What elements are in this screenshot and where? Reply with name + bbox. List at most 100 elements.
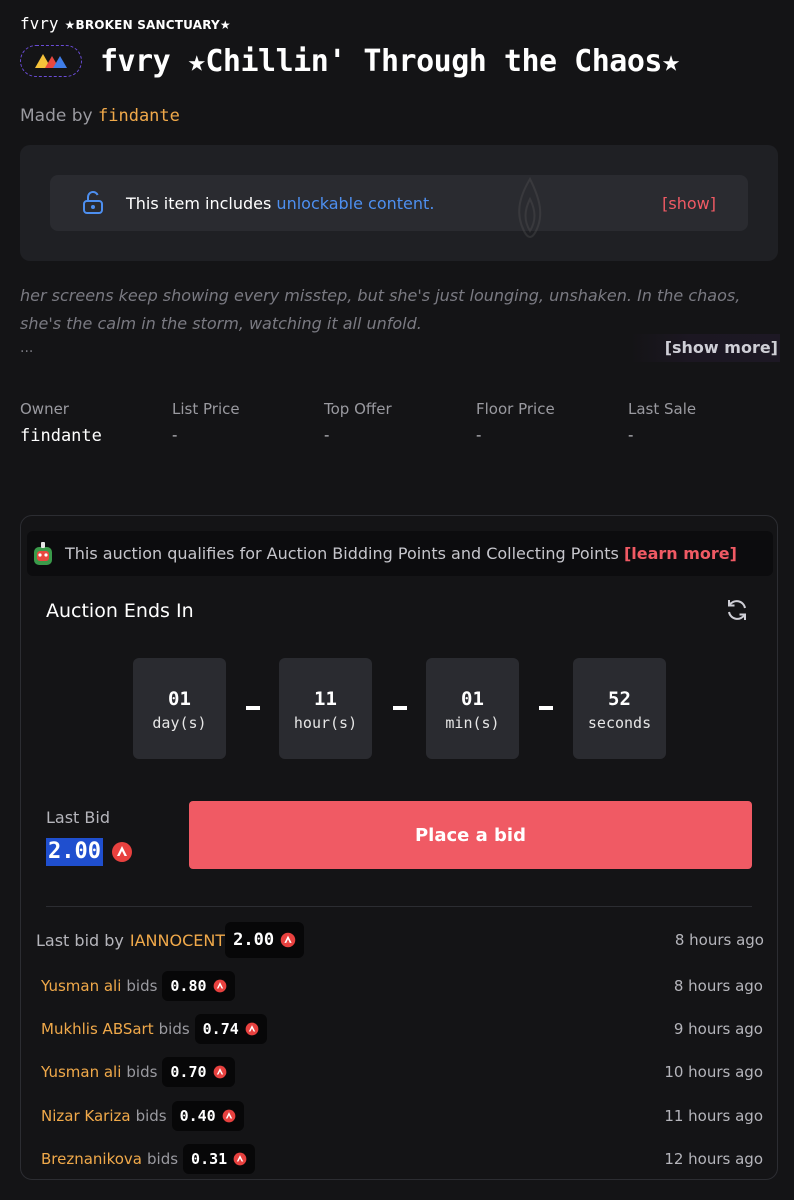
owner-link[interactable]: findante [20,426,172,446]
countdown-hours: 11 hour(s) [279,658,372,759]
unlockable-prefix: This item includes [126,193,272,213]
countdown-minutes: 01 min(s) [426,658,519,759]
last-bidder-link[interactable]: IANNOCENT [130,931,225,950]
bid-amount-pill: 2.00 [225,922,305,958]
bid-history-row: Nizar Kariza bids 0.40 11 hours ago [41,1101,763,1131]
points-description: This auction qualifies for Auction Biddi… [65,544,619,563]
stat-list-price: List Price - [172,400,324,446]
stat-value: - [324,426,330,444]
collection-header[interactable]: fvry ★BROKEN SANCTUARY★ [20,14,231,33]
countdown-seconds: 52 seconds [573,658,666,759]
bid-time: 12 hours ago [664,1150,763,1168]
stat-label: Owner [20,400,69,418]
learn-more-link[interactable]: [learn more] [624,544,737,563]
countdown-unit: min(s) [445,714,500,732]
countdown-separator [539,706,553,710]
made-by-label: Made by [20,106,93,126]
stat-value: - [172,426,178,444]
item-description: her screens keep showing every misstep, … [20,286,741,333]
auction-ends-label: Auction Ends In [46,600,194,622]
last-bid-by-label: Last bid by [36,930,124,950]
show-more-button[interactable]: [show more] [630,334,780,362]
bidder-link[interactable]: Breznanikova [41,1150,142,1168]
last-bid-amount: 2.00 [46,838,103,866]
description-ellipsis: ... [20,340,34,356]
refresh-icon[interactable] [724,597,750,623]
avax-icon [280,932,296,948]
item-stats: Owner findante List Price - Top Offer - … [20,400,780,446]
bid-amount: 2.00 [233,930,275,950]
bidder-link[interactable]: Yusman ali [41,977,121,995]
bid-time: 8 hours ago [673,977,763,995]
bid-history-row: Yusman ali bids 0.70 10 hours ago [41,1057,763,1087]
avax-icon [213,979,226,993]
countdown-unit: seconds [587,714,652,732]
stat-label: Last Sale [628,400,697,418]
stat-value: - [476,426,482,444]
auction-points-banner: This auction qualifies for Auction Biddi… [27,531,773,576]
unlockable-link[interactable]: unlockable content. [276,194,434,213]
bid-amount-pill: 0.70 [162,1057,235,1087]
collection-subtitle[interactable]: ★BROKEN SANCTUARY★ [65,18,231,32]
bid-amount: 0.40 [179,1107,216,1125]
bidder-link[interactable]: Mukhlis ABSart [41,1020,154,1038]
bid-time: 10 hours ago [664,1063,763,1081]
countdown-separator [393,706,407,710]
avax-chain-icon [35,54,67,68]
place-bid-button[interactable]: Place a bid [189,801,752,869]
unlock-icon [83,191,103,214]
unlockable-text: This item includes unlockable content. [126,194,434,213]
bid-time: 9 hours ago [673,1020,763,1038]
bid-amount-pill: 0.80 [162,971,235,1001]
countdown-value: 01 [168,688,191,710]
points-text: This auction qualifies for Auction Biddi… [65,544,737,563]
bids-word: bids [158,1020,190,1038]
bid-amount: 0.74 [202,1020,239,1038]
unlockable-show-button[interactable]: [show] [662,194,716,213]
bids-word: bids [126,1063,158,1081]
bidder-link[interactable]: Nizar Kariza [41,1107,131,1125]
bid-divider [46,906,752,907]
avax-icon [245,1022,259,1036]
last-bid-value: 2.00 [46,838,133,866]
bid-amount-pill: 0.74 [194,1014,267,1044]
avax-icon [222,1109,236,1123]
stat-value: - [628,426,634,444]
countdown-unit: hour(s) [293,714,358,732]
item-title: fvry ★Chillin' Through the Chaos★ [100,44,680,79]
chain-badge [20,45,82,77]
avax-icon [111,842,132,862]
bid-time: 11 hours ago [664,1107,763,1125]
bid-history-row: Yusman ali bids 0.80 8 hours ago [41,971,763,1001]
bid-amount-pill: 0.31 [183,1144,256,1174]
bid-history-row: Breznanikova bids 0.31 12 hours ago [41,1144,763,1174]
stat-label: Floor Price [476,400,555,418]
made-by: Made by findante [20,106,180,126]
bid-amount: 0.70 [170,1063,207,1081]
last-bid-label: Last Bid [46,808,110,827]
countdown-value: 52 [608,688,631,710]
bids-word: bids [147,1150,179,1168]
last-bid-by-row: Last bid by IANNOCENT 2.00 8 hours ago [36,922,764,958]
stat-floor-price: Floor Price - [476,400,628,446]
countdown-value: 01 [461,688,484,710]
stat-label: List Price [172,400,240,418]
unlockable-banner: This item includes unlockable content. [… [50,175,748,238]
stat-label: Top Offer [324,400,392,418]
collection-name[interactable]: fvry [20,14,59,33]
bid-amount: 0.31 [191,1150,228,1168]
countdown-separator [246,706,260,710]
avax-icon [233,1152,247,1166]
bids-word: bids [126,977,158,995]
bidder-link[interactable]: Yusman ali [41,1063,121,1081]
bid-amount-pill: 0.40 [171,1101,244,1131]
bid-amount: 0.80 [170,977,207,995]
flame-watermark-icon [518,176,542,238]
avax-icon [213,1065,226,1079]
points-mascot-icon [34,541,52,565]
countdown-days: 01 day(s) [133,658,226,759]
bid-time: 8 hours ago [674,931,764,949]
bids-word: bids [135,1107,167,1125]
stat-last-sale: Last Sale - [628,400,780,446]
creator-link[interactable]: findante [98,106,180,126]
